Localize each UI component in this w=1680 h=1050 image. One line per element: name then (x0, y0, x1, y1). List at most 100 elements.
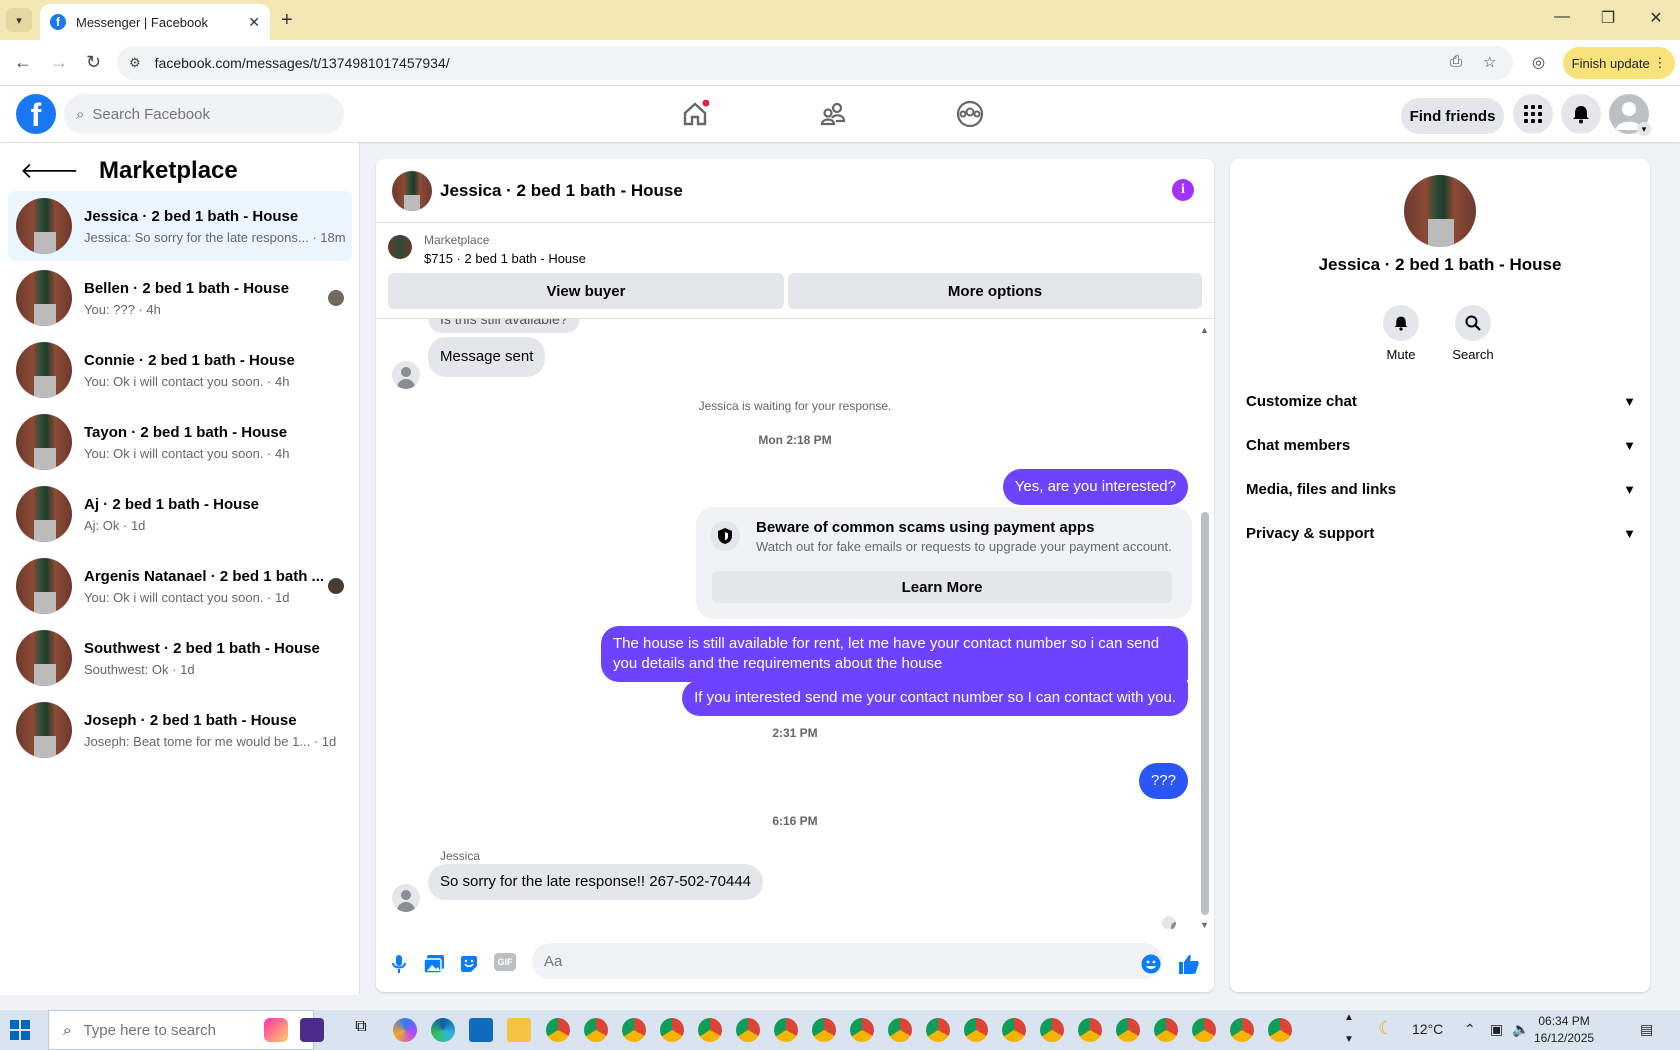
chrome-icon[interactable] (1078, 1018, 1102, 1042)
notification-center-icon[interactable]: ▤ (1640, 1021, 1653, 1038)
widget-icon[interactable] (264, 1018, 288, 1042)
chrome-icon[interactable] (546, 1018, 570, 1042)
back-arrow-icon[interactable]: 🡐 (20, 158, 79, 184)
conversation-item[interactable]: Southwest · 2 bed 1 bath - House Southwe… (8, 623, 352, 693)
edge-icon[interactable] (431, 1018, 455, 1042)
conversation-item[interactable]: Aj · 2 bed 1 bath - House Aj: Ok · 1d (8, 479, 352, 549)
url-field[interactable]: ⚙ facebook.com/messages/t/13749810174579… (117, 46, 1513, 80)
chrome-icon[interactable] (1154, 1018, 1178, 1042)
temperature[interactable]: 12°C (1412, 1021, 1443, 1037)
taskbar-scroll-up-icon[interactable]: ▲ (1344, 1012, 1354, 1023)
chrome-icon[interactable] (584, 1018, 608, 1042)
more-options-button[interactable]: More options (788, 273, 1202, 309)
chrome-icon[interactable] (1268, 1018, 1292, 1042)
chrome-icon[interactable] (926, 1018, 950, 1042)
account-chevron-down-icon[interactable]: ▾ (1637, 122, 1651, 136)
finish-update-button[interactable]: Finish update ⋮ (1563, 47, 1675, 79)
taskbar-search-input[interactable] (83, 1021, 284, 1039)
chat-listing-thumbnail[interactable] (392, 170, 432, 211)
browser-tab[interactable]: f Messenger | Facebook ✕ (40, 4, 270, 40)
message-input[interactable] (544, 952, 1104, 970)
hat-widget-icon[interactable] (300, 1018, 324, 1042)
chrome-icon[interactable] (812, 1018, 836, 1042)
facebook-logo-icon[interactable]: f (16, 94, 56, 134)
chrome-icon[interactable] (622, 1018, 646, 1042)
conversation-item[interactable]: Tayon · 2 bed 1 bath - House You: Ok i w… (8, 407, 352, 477)
conversation-item[interactable]: Argenis Natanael · 2 bed 1 bath ... You:… (8, 551, 352, 621)
search-conversation-icon[interactable] (1455, 305, 1491, 341)
friends-icon[interactable] (819, 100, 847, 128)
minimize-icon[interactable]: — (1547, 8, 1577, 26)
learn-more-button[interactable]: Learn More (712, 571, 1172, 603)
file-explorer-icon[interactable] (507, 1018, 531, 1042)
mute-bell-icon[interactable] (1383, 305, 1419, 341)
close-tab-icon[interactable]: ✕ (248, 14, 260, 31)
taskbar-clock[interactable]: 06:34 PM 16/12/2025 (1534, 1013, 1594, 1047)
listing-price[interactable]: $715 · 2 bed 1 bath - House (424, 251, 586, 266)
listing-thumbnail (16, 342, 72, 398)
copilot-icon[interactable] (393, 1018, 417, 1042)
volume-icon[interactable]: 🔈 (1512, 1021, 1529, 1038)
search-action[interactable]: Search (1443, 305, 1503, 362)
conversation-item[interactable]: Connie · 2 bed 1 bath - House You: Ok i … (8, 335, 352, 405)
conversation-item[interactable]: Jessica · 2 bed 1 bath - House Jessica: … (8, 191, 352, 261)
conversation-item[interactable]: Joseph · 2 bed 1 bath - House Joseph: Be… (8, 695, 352, 765)
forward-icon[interactable]: → (50, 52, 68, 73)
chrome-icon[interactable] (698, 1018, 722, 1042)
gif-icon[interactable]: GIF (494, 953, 516, 971)
conversation-item[interactable]: Bellen · 2 bed 1 bath - House You: ??? ·… (8, 263, 352, 333)
scroll-up-arrow-icon[interactable]: ▲ (1200, 325, 1209, 335)
thumbs-up-icon[interactable] (1178, 953, 1200, 975)
view-buyer-button[interactable]: View buyer (388, 273, 784, 309)
facebook-search[interactable]: ⌕ (64, 94, 344, 134)
emoji-icon[interactable] (1140, 953, 1162, 975)
window-close-icon[interactable]: ✕ (1641, 8, 1671, 28)
windows-start-icon[interactable] (10, 1020, 30, 1040)
site-info-icon[interactable]: ⚙ (129, 55, 141, 71)
show-hidden-icons-icon[interactable]: ⌃ (1464, 1021, 1476, 1038)
find-friends-button[interactable]: Find friends (1401, 98, 1504, 134)
customize-chat-row[interactable]: Customize chat ▼ (1246, 381, 1636, 421)
chrome-icon[interactable] (888, 1018, 912, 1042)
bookmark-star-icon[interactable]: ☆ (1483, 53, 1496, 71)
microphone-icon[interactable] (388, 953, 410, 975)
scroll-down-arrow-icon[interactable]: ▼ (1200, 920, 1209, 930)
chat-scrollbar-thumb[interactable] (1201, 512, 1209, 915)
chrome-icon[interactable] (850, 1018, 874, 1042)
media-files-links-row[interactable]: Media, files and links ▼ (1246, 469, 1636, 509)
photo-attach-icon[interactable] (423, 953, 445, 975)
chat-title[interactable]: Jessica · 2 bed 1 bath - House (440, 181, 683, 201)
chrome-icon[interactable] (736, 1018, 760, 1042)
back-icon[interactable]: ← (14, 52, 32, 73)
chrome-icon[interactable] (660, 1018, 684, 1042)
task-view-icon[interactable]: ⧉ (349, 1018, 373, 1042)
chrome-icon[interactable] (964, 1018, 988, 1042)
facebook-search-input[interactable] (92, 105, 313, 123)
home-icon[interactable] (681, 100, 709, 128)
meet-now-icon[interactable]: ▣ (1490, 1021, 1503, 1038)
chrome-icon[interactable] (1040, 1018, 1064, 1042)
sticker-icon[interactable] (458, 953, 480, 975)
weather-moon-icon[interactable]: ☾ (1378, 1018, 1394, 1039)
chat-members-row[interactable]: Chat members ▼ (1246, 425, 1636, 465)
mail-icon[interactable] (469, 1018, 493, 1042)
chrome-icon[interactable] (1192, 1018, 1216, 1042)
privacy-support-row[interactable]: Privacy & support ▼ (1246, 513, 1636, 553)
install-app-icon[interactable]: ⎙ (1450, 53, 1462, 70)
reload-icon[interactable]: ↻ (86, 52, 101, 73)
menu-grid-icon[interactable] (1513, 94, 1553, 134)
tab-search-dropdown[interactable]: ▾ (6, 8, 32, 32)
chrome-icon[interactable] (774, 1018, 798, 1042)
restore-icon[interactable]: ❐ (1593, 8, 1623, 28)
conversation-info-icon[interactable]: i (1172, 179, 1194, 201)
mute-action[interactable]: Mute (1371, 305, 1431, 362)
new-tab-icon[interactable]: + (281, 9, 293, 32)
chrome-icon[interactable] (1230, 1018, 1254, 1042)
groups-icon[interactable] (956, 100, 984, 128)
chrome-icon[interactable] (1116, 1018, 1140, 1042)
chrome-icon[interactable] (1002, 1018, 1026, 1042)
taskbar-scroll-down-icon[interactable]: ▼ (1344, 1034, 1354, 1045)
profile-icon[interactable]: ◎ (1532, 53, 1545, 71)
message-input-field[interactable] (532, 943, 1162, 979)
notifications-bell-icon[interactable] (1561, 94, 1601, 134)
